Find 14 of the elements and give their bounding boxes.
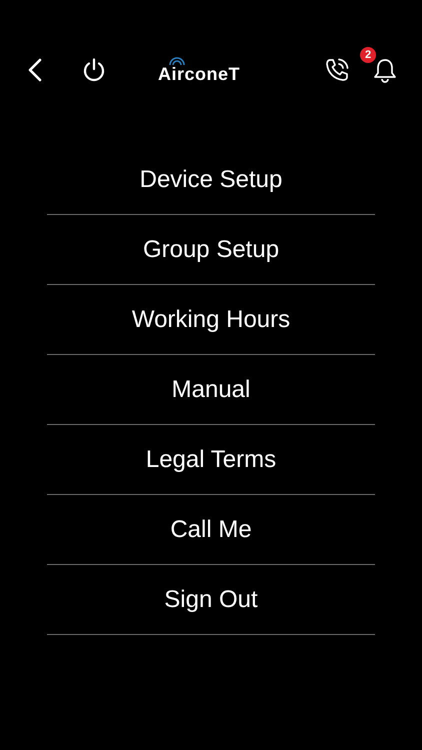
app-logo: AirconeT — [158, 65, 240, 83]
menu-item[interactable]: Group Setup — [47, 215, 375, 285]
menu-item[interactable]: Sign Out — [47, 565, 375, 635]
menu-item[interactable]: Legal Terms — [47, 425, 375, 495]
notification-badge: 2 — [360, 47, 376, 63]
menu-item[interactable]: Manual — [47, 355, 375, 425]
menu-item[interactable]: Device Setup — [47, 145, 375, 215]
back-icon[interactable] — [28, 58, 42, 82]
bell-icon[interactable] — [372, 57, 398, 83]
power-icon[interactable] — [82, 58, 106, 82]
menu-item[interactable]: Call Me — [47, 495, 375, 565]
menu-item[interactable]: Working Hours — [47, 285, 375, 355]
signal-waves-icon — [169, 57, 185, 65]
phone-icon[interactable] — [324, 57, 350, 83]
